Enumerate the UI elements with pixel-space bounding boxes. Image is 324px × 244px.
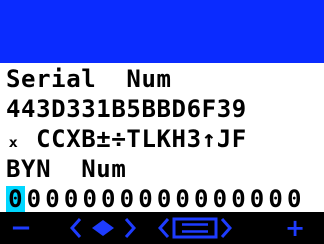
- plus-softkey[interactable]: +: [280, 212, 310, 244]
- input-digit[interactable]: 0: [99, 186, 118, 212]
- input-digit[interactable]: 0: [192, 186, 211, 212]
- serial-num-label: Serial Num: [6, 65, 172, 93]
- input-digit[interactable]: 0: [266, 186, 285, 212]
- byn-num-input[interactable]: 0 0 0 0 0 0 0 0 0 0 0 0 0 0 0 0: [6, 186, 304, 212]
- menu-list-icon[interactable]: [158, 212, 232, 244]
- serial-num-value: 443D331B5BBD6F39: [6, 95, 247, 123]
- byn-num-label: BYN Num: [6, 155, 127, 183]
- left-right-arrows-icon[interactable]: [70, 212, 136, 244]
- input-digit[interactable]: 0: [62, 186, 81, 212]
- input-digit[interactable]: 0: [155, 186, 174, 212]
- input-digit[interactable]: 0: [80, 186, 99, 212]
- input-cursor[interactable]: 0: [6, 186, 25, 212]
- input-digit[interactable]: 0: [211, 186, 230, 212]
- input-digit[interactable]: 0: [118, 186, 137, 212]
- title-bar: [0, 0, 324, 63]
- encoded-serial-value: ₓ CCXB±÷TLKH3↑JF: [6, 125, 247, 153]
- input-digit[interactable]: 0: [136, 186, 155, 212]
- menu-list-icon-glyph: [158, 217, 232, 239]
- input-digit[interactable]: 0: [248, 186, 267, 212]
- input-digit[interactable]: 0: [25, 186, 44, 212]
- input-digit[interactable]: 0: [43, 186, 62, 212]
- input-digit[interactable]: 0: [229, 186, 248, 212]
- input-digit[interactable]: 0: [285, 186, 304, 212]
- minus-softkey[interactable]: −: [6, 212, 36, 244]
- left-right-arrows-icon-glyph: [70, 218, 136, 238]
- input-digit[interactable]: 0: [173, 186, 192, 212]
